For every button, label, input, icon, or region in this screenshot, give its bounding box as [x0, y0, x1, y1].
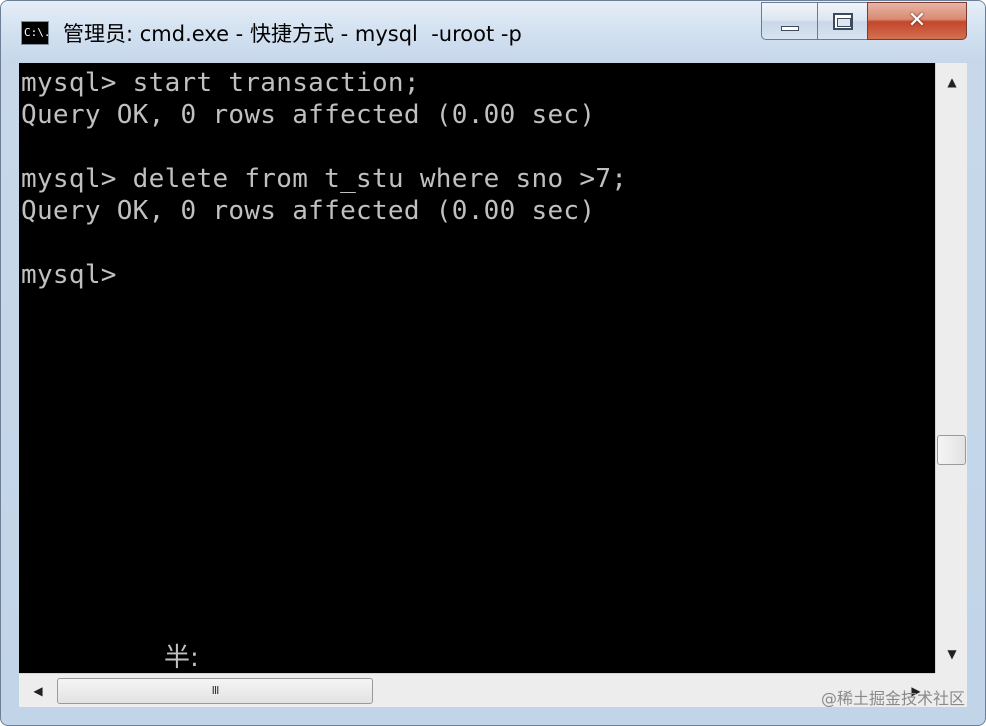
scroll-down-icon[interactable]: ▼ [937, 639, 967, 669]
cmd-icon[interactable]: C:\. [21, 21, 49, 45]
maximize-icon [833, 13, 853, 30]
ime-status-indicator: 半: [164, 643, 199, 673]
scroll-up-icon[interactable]: ▲ [937, 67, 967, 97]
minimize-icon [781, 26, 799, 31]
vertical-scrollbar[interactable]: ▲ ▼ [935, 63, 967, 673]
maximize-button[interactable] [817, 2, 867, 40]
vertical-scroll-thumb[interactable] [937, 435, 966, 465]
title-bar[interactable]: C:\. 管理员: cmd.exe - 快捷方式 - mysql -uroot … [1, 1, 985, 63]
console-line: Query OK, 0 rows affected (0.00 sec) [21, 100, 596, 130]
horizontal-scrollbar[interactable]: ◀ III ▶ [19, 673, 935, 707]
scroll-left-icon[interactable]: ◀ [23, 676, 53, 706]
caption-buttons: ✕ [761, 2, 967, 40]
console-line: mysql> delete from t_stu where sno >7; [21, 164, 628, 194]
console-line: Query OK, 0 rows affected (0.00 sec) [21, 196, 596, 226]
console-output[interactable]: mysql> start transaction; Query OK, 0 ro… [19, 63, 935, 673]
minimize-button[interactable] [761, 2, 817, 40]
console-prompt[interactable]: mysql> [21, 259, 117, 291]
horizontal-scroll-thumb[interactable]: III [57, 678, 373, 704]
close-button[interactable]: ✕ [867, 2, 967, 40]
close-icon: ✕ [907, 8, 927, 33]
console-window: C:\. 管理员: cmd.exe - 快捷方式 - mysql -uroot … [0, 0, 986, 726]
console-line: mysql> start transaction; [21, 68, 420, 98]
window-title: 管理员: cmd.exe - 快捷方式 - mysql -uroot -p [63, 22, 522, 46]
watermark: @稀土掘金技术社区 [820, 689, 965, 708]
